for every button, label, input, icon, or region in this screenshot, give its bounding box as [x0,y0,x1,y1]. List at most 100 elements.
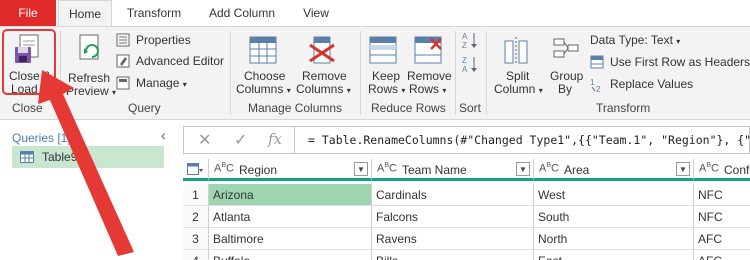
row-number: 2 [183,206,209,228]
collapse-pane-icon[interactable]: ‹ [161,127,166,143]
keep-rows-label-2: Rows ▾ [368,82,406,96]
choose-columns-button[interactable]: Choose Columns ▾ [236,29,292,96]
row-number: 3 [183,228,209,250]
chevron-down-icon: ▾ [286,86,291,95]
keep-rows-label-1: Keep [372,69,401,83]
table-cell[interactable]: AFC [694,228,750,250]
column-header-conference[interactable]: ABC Confer [694,159,750,181]
table-cell[interactable]: Ravens [372,228,534,250]
group-label-manage-columns: Manage Columns [248,101,343,115]
table-cell[interactable]: Falcons [372,206,534,228]
table-menu-corner[interactable] [183,159,209,181]
text-type-icon: ABC [699,162,719,175]
group-label-transform: Transform [596,101,651,115]
table-cell[interactable]: NFC [694,184,750,206]
sort-ascending-icon: A Z [462,32,477,50]
manage-button[interactable]: Manage ▾ [116,76,196,92]
properties-button[interactable]: Properties [116,33,196,49]
filter-dropdown-icon[interactable]: ▼ [354,162,368,176]
row-number: 1 [183,184,209,206]
remove-columns-icon [309,36,335,64]
table-cell[interactable]: NFC [694,206,750,228]
column-header-area[interactable]: ABC Area ▼ [534,159,694,181]
choose-columns-label-2: Columns ▾ [236,82,291,96]
filter-dropdown-icon[interactable]: ▼ [676,162,690,176]
manage-icon [116,76,130,90]
data-type-label: Data Type: Text ▾ [590,33,681,47]
highlight-box [2,29,56,95]
choose-columns-icon [249,36,277,64]
table-cell[interactable]: AFC [694,250,750,260]
tab-transform[interactable]: Transform [118,0,190,26]
remove-columns-button[interactable]: Remove Columns ▾ [294,29,351,96]
confirm-icon[interactable]: ✓ [234,130,247,150]
refresh-icon [79,34,99,60]
properties-icon [116,33,130,47]
column-header-label: Team Name [402,163,467,177]
replace-values-button[interactable]: 1 2 Replace Values [590,77,700,93]
ribbon-separator [486,31,487,115]
table-cell[interactable]: Arizona [209,184,372,206]
svg-text:Z: Z [462,41,467,49]
group-by-label-1: Group [550,69,584,83]
advanced-editor-button[interactable]: Advanced Editor [116,54,226,70]
queries-header: Queries [1] [12,131,71,145]
replace-values-icon: 1 2 [590,78,601,93]
cancel-icon[interactable]: ✕ [198,130,211,150]
first-row-icon [590,55,604,69]
group-by-button[interactable]: Group By [544,29,586,96]
tab-file[interactable]: File [0,0,56,26]
remove-rows-icon [414,36,442,64]
formula-input[interactable]: = Table.RenameColumns(#"Changed Type1",{… [308,133,750,147]
table-cell[interactable]: North [534,228,694,250]
properties-label: Properties [136,33,191,47]
ribbon-separator [230,31,231,115]
remove-columns-label-1: Remove [302,69,347,83]
group-by-icon [553,38,579,58]
table-cell[interactable]: Cardinals [372,184,534,206]
sort-descending-button[interactable]: Z A [462,55,478,74]
remove-rows-button[interactable]: Remove Rows ▾ [405,29,452,96]
refresh-preview-button[interactable]: Refresh Preview ▾ [64,29,116,98]
chevron-down-icon: ▾ [346,86,351,95]
remove-rows-label-1: Remove [407,69,452,83]
table-cell[interactable]: West [534,184,694,206]
split-column-button[interactable]: Split Column ▾ [490,29,543,96]
group-by-label-2: By [558,82,573,96]
table-cell[interactable]: Atlanta [209,206,372,228]
column-header-label: Area [564,163,590,177]
use-first-row-label: Use First Row as Headers ▾ [610,55,750,69]
column-header-team-name[interactable]: ABC Team Name ▼ [372,159,534,181]
column-header-region[interactable]: ABC Region ▼ [209,159,372,181]
tab-home[interactable]: Home [58,0,112,27]
keep-rows-button[interactable]: Keep Rows ▾ [364,29,406,96]
ribbon-separator [455,31,456,115]
manage-label: Manage ▾ [136,76,187,90]
formula-separator [294,127,295,153]
row-number: 4 [183,250,209,260]
query-item-table9[interactable]: Table9 [12,146,164,168]
data-type-dropdown[interactable]: Data Type: Text ▾ [590,33,710,49]
table-menu-icon [187,163,203,175]
replace-values-label: Replace Values [610,77,694,91]
remove-columns-label-2: Columns ▾ [296,82,351,96]
fx-icon[interactable]: fx [268,130,282,148]
chevron-down-icon: ▾ [676,37,681,46]
filter-dropdown-icon[interactable]: ▼ [516,162,530,176]
sort-ascending-button[interactable]: A Z [462,31,478,50]
tab-add-column[interactable]: Add Column [200,0,284,26]
table-cell[interactable]: Baltimore [209,228,372,250]
use-first-row-button[interactable]: Use First Row as Headers ▾ [590,55,750,71]
table-cell[interactable]: South [534,206,694,228]
svg-text:2: 2 [596,85,601,93]
column-header-label: Confer [724,163,750,177]
chevron-down-icon: ▾ [538,86,543,95]
table-icon [20,151,34,163]
tab-view[interactable]: View [296,0,336,26]
table-cell[interactable]: Bills [372,250,534,260]
table-cell[interactable]: East [534,250,694,260]
table-cell[interactable]: Buffalo [209,250,372,260]
ribbon-tab-bar: File Home Transform Add Column View [0,0,750,27]
ribbon: Close & Load ▾ Close Refresh Preview ▾ P… [0,26,750,120]
svg-text:A: A [462,65,468,73]
